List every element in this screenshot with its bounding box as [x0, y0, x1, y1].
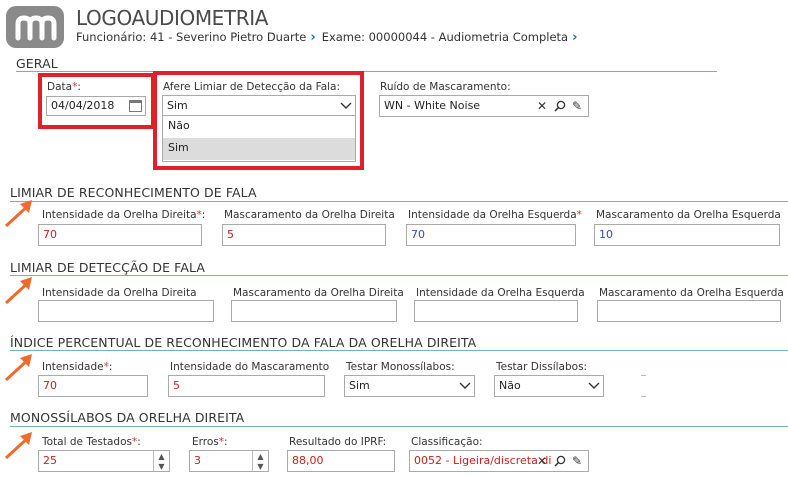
- ruido-lookup[interactable]: WN - White Noise ✕ ✎: [379, 95, 589, 117]
- mono-total-input[interactable]: 25 ▲ ▼: [38, 450, 170, 472]
- date-label: Data*:: [47, 81, 81, 93]
- iprf-int-label: Intensidade*:: [42, 361, 113, 373]
- chevron-right-icon: ›: [572, 30, 578, 45]
- ruido-label: Ruído de Mascaramento:: [380, 81, 511, 93]
- app-logo: [6, 6, 64, 48]
- chevron-down-icon[interactable]: [337, 96, 355, 115]
- lrf-od-label: Intensidade da Orelha Direita*:: [42, 209, 206, 221]
- mono-result-label: Resultado do IPRF:: [289, 436, 387, 448]
- stepper-down-icon[interactable]: ▼: [154, 461, 169, 471]
- breadcrumb: Funcionário: 41 - Severino Pietro Duarte…: [76, 30, 583, 45]
- stepper[interactable]: ▲ ▼: [153, 451, 169, 471]
- mono-result-input[interactable]: 88,00: [287, 450, 395, 472]
- section-title-iprf: ÍNDICE PERCENTUAL DE RECONHECIMENTO DA F…: [10, 335, 477, 350]
- iprf-int-masc-label: Intensidade do Mascaramento: [170, 361, 330, 373]
- stepper-down-icon[interactable]: ▼: [253, 461, 268, 471]
- iprf-mono-select[interactable]: Sim: [344, 375, 475, 397]
- lrf-oe-input[interactable]: 70: [406, 224, 576, 246]
- breadcrumb-patient[interactable]: Funcionário: 41 - Severino Pietro Duarte: [76, 30, 306, 44]
- section-title-lrf: LIMIAR DE RECONHECIMENTO DE FALA: [10, 185, 257, 200]
- ldf-od-label: Intensidade da Orelha Direita: [42, 287, 197, 299]
- section-divider: [10, 350, 788, 351]
- placeholder-divider: [641, 375, 646, 397]
- edit-icon[interactable]: ✎: [569, 451, 585, 471]
- ldf-masc-oe-input[interactable]: [597, 300, 781, 322]
- stepper-up-icon[interactable]: ▲: [253, 451, 268, 461]
- search-icon[interactable]: [552, 451, 568, 471]
- mono-total-label: Total de Testados*:: [42, 436, 141, 448]
- chevron-down-icon[interactable]: [585, 376, 603, 396]
- arrow-icon: [4, 200, 32, 228]
- chevron-down-icon[interactable]: [456, 376, 474, 396]
- mono-class-label: Classificação:: [411, 436, 483, 448]
- lrf-oe-label: Intensidade da Orelha Esquerda*: [408, 209, 582, 221]
- mono-erros-label: Erros*:: [192, 436, 228, 448]
- lrf-masc-od-label: Mascaramento da Orelha Direita: [224, 209, 395, 221]
- chevron-right-icon: ›: [310, 30, 316, 45]
- section-title-ldf: LIMIAR DE DETECÇÃO DE FALA: [10, 260, 205, 275]
- ldf-oe-input[interactable]: [414, 300, 578, 322]
- lrf-masc-oe-input[interactable]: 10: [594, 224, 780, 246]
- afere-label: Afere Limiar de Detecção da Fala:: [163, 81, 341, 93]
- mono-erros-input[interactable]: 3 ▲ ▼: [189, 450, 269, 472]
- breadcrumb-exam[interactable]: Exame: 00000044 - Audiometria Completa: [322, 30, 568, 44]
- iprf-int-input[interactable]: 70: [38, 375, 148, 397]
- search-icon[interactable]: [552, 96, 568, 116]
- edit-icon[interactable]: ✎: [569, 96, 585, 116]
- clear-icon[interactable]: ✕: [534, 451, 550, 471]
- ldf-od-input[interactable]: [38, 300, 214, 322]
- iprf-dis-label: Testar Dissílabos:: [496, 361, 588, 373]
- lrf-od-input[interactable]: 70: [38, 224, 202, 246]
- section-title-mono: MONOSSÍLABOS DA ORELHA DIREITA: [10, 410, 245, 425]
- ldf-masc-od-label: Mascaramento da Orelha Direita: [233, 287, 404, 299]
- ldf-masc-od-input[interactable]: [231, 300, 397, 322]
- afere-option[interactable]: Não: [163, 116, 355, 138]
- stepper-up-icon[interactable]: ▲: [154, 451, 169, 461]
- ldf-masc-oe-label: Mascaramento da Orelha Esquerda: [599, 287, 784, 299]
- date-input[interactable]: 04/04/2018: [46, 96, 146, 116]
- app-title: LOGOAUDIOMETRIA: [76, 6, 269, 30]
- section-divider: [16, 71, 717, 72]
- iprf-mono-label: Testar Monossílabos:: [346, 361, 455, 373]
- arrow-icon: [4, 432, 32, 460]
- lrf-masc-oe-label: Mascaramento da Orelha Esquerda: [596, 209, 781, 221]
- arrow-icon: [4, 354, 32, 382]
- stepper[interactable]: ▲ ▼: [252, 451, 268, 471]
- section-divider: [10, 426, 788, 427]
- afere-option-selected[interactable]: Sim: [163, 138, 355, 160]
- iprf-int-masc-input[interactable]: 5: [168, 375, 325, 397]
- iprf-dis-select[interactable]: Não: [494, 375, 604, 397]
- section-divider: [10, 275, 788, 276]
- arrow-icon: [4, 277, 32, 305]
- clear-icon[interactable]: ✕: [534, 96, 550, 116]
- ldf-oe-label: Intensidade da Orelha Esquerda: [416, 287, 585, 299]
- afere-dropdown: Não Sim: [162, 116, 356, 162]
- section-title-geral: GERAL: [16, 56, 58, 71]
- section-divider: [10, 201, 788, 202]
- afere-select[interactable]: Sim: [162, 95, 356, 116]
- mono-class-lookup[interactable]: 0052 - Ligeira/discreta di ✕ ✎: [409, 450, 589, 472]
- lrf-masc-od-input[interactable]: 5: [222, 224, 386, 246]
- calendar-icon[interactable]: [129, 100, 142, 112]
